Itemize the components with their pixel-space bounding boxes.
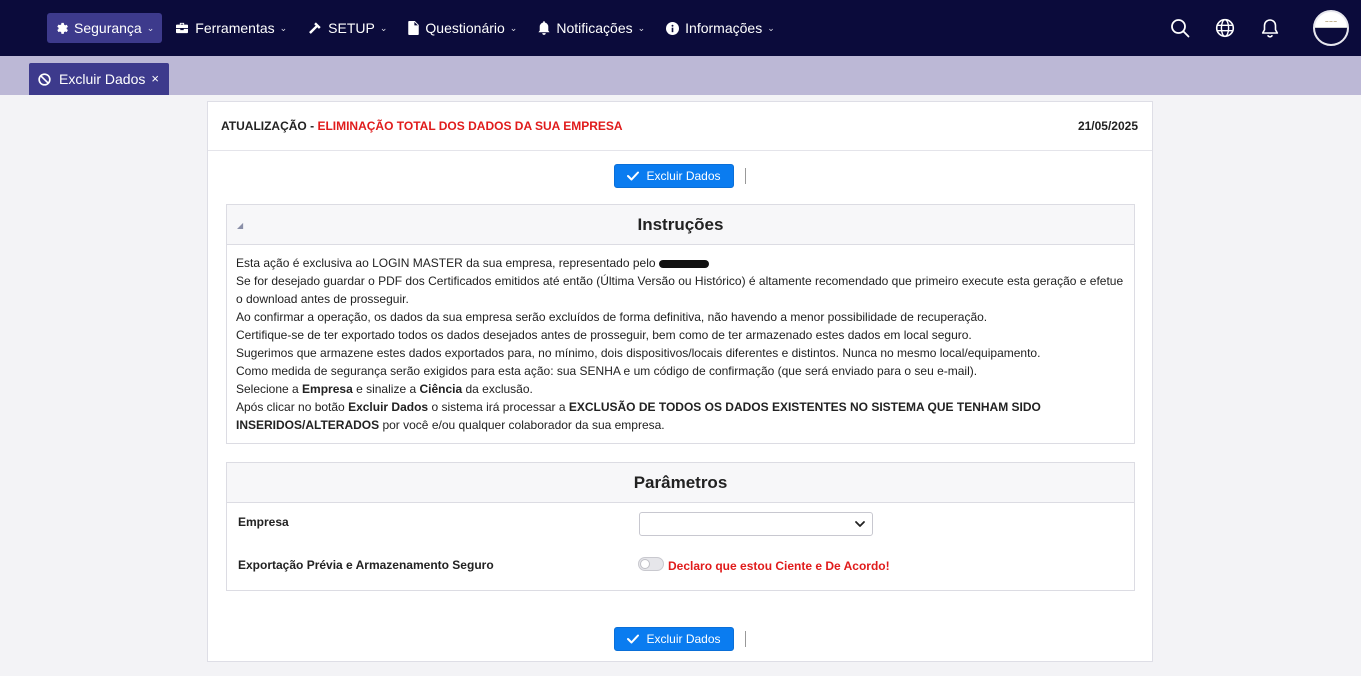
instruction-text: Após clicar no botão: [236, 400, 349, 414]
button-label: Excluir Dados: [646, 169, 721, 183]
empresa-label: Empresa: [238, 515, 289, 529]
instruction-text: por você e/ou qualquer colaborador da su…: [379, 418, 665, 432]
bell-icon: [1261, 19, 1279, 38]
nav-item-notificacoes[interactable]: Notificações ⌄: [530, 13, 653, 43]
instruction-line: Esta ação é exclusiva ao LOGIN MASTER da…: [236, 254, 1125, 272]
top-navbar: Segurança ⌄ Ferramentas ⌄ SETUP ⌄ Questi…: [0, 0, 1361, 56]
check-icon: [627, 171, 640, 181]
nav-item-ferramentas[interactable]: Ferramentas ⌄: [167, 13, 295, 43]
gear-icon: [57, 22, 68, 34]
tab-strip: Excluir Dados ×: [0, 56, 1361, 95]
instruction-line: Selecione a Empresa e sinalize a Ciência…: [236, 380, 1125, 398]
instruction-line: Sugerimos que armazene estes dados expor…: [236, 346, 1041, 360]
divider: [744, 168, 746, 184]
excluir-dados-button[interactable]: Excluir Dados: [614, 164, 734, 188]
nav-label: Questionário: [425, 20, 505, 36]
instruction-text: Esta ação é exclusiva ao LOGIN MASTER da…: [236, 256, 656, 270]
instructions-body: Esta ação é exclusiva ao LOGIN MASTER da…: [227, 245, 1134, 434]
chevron-down-icon: [855, 521, 865, 527]
instructions-panel: ◢ Instruções Esta ação é exclusiva ao LO…: [226, 204, 1135, 444]
instruction-line: Se for desejado guardar o PDF dos Certif…: [236, 274, 1124, 306]
nav-label: Informações: [685, 20, 763, 36]
divider: [744, 631, 746, 647]
consent-toggle[interactable]: [638, 557, 664, 571]
instruction-line: Após clicar no botão Excluir Dados o sis…: [236, 398, 1125, 434]
bottom-action-row: Excluir Dados: [208, 614, 1152, 664]
empresa-select[interactable]: [639, 512, 873, 536]
globe-icon: [1215, 18, 1235, 38]
chevron-down-icon: ⌄: [279, 22, 288, 33]
navbar-right-icons: ~~~: [1168, 0, 1361, 56]
instructions-title: Instruções: [637, 214, 724, 234]
nav-label: Notificações: [556, 20, 633, 36]
card-header: ATUALIZAÇÃO - ELIMINAÇÃO TOTAL DOS DADOS…: [208, 102, 1152, 151]
instruction-bold: Ciência: [419, 382, 463, 396]
instruction-text: da exclusão.: [462, 382, 533, 396]
instruction-line: Como medida de segurança serão exigidos …: [236, 364, 978, 378]
excluir-dados-button[interactable]: Excluir Dados: [614, 627, 734, 651]
nav-item-questionario[interactable]: Questionário ⌄: [400, 13, 525, 43]
main-nav: Segurança ⌄ Ferramentas ⌄ SETUP ⌄ Questi…: [47, 0, 788, 56]
avatar[interactable]: ~~~: [1313, 10, 1349, 46]
button-label: Excluir Dados: [646, 632, 721, 646]
chevron-down-icon: ⌄: [509, 22, 518, 33]
chevron-down-icon: ⌄: [637, 22, 646, 33]
export-label: Exportação Prévia e Armazenamento Seguro: [238, 558, 494, 572]
check-icon: [627, 634, 640, 644]
chevron-down-icon: ⌄: [379, 22, 388, 33]
nav-label: Ferramentas: [195, 20, 275, 36]
instruction-line: Certifique-se de ter exportado todos os …: [236, 328, 972, 342]
document-icon: [408, 21, 420, 35]
parameters-panel: Parâmetros Empresa Exportação Prévia e A…: [226, 462, 1135, 591]
info-icon: [666, 21, 680, 35]
instruction-bold: Empresa: [302, 382, 353, 396]
redacted-name: [658, 259, 709, 268]
instruction-text: e sinalize a: [352, 382, 420, 396]
search-icon: [1171, 19, 1190, 38]
chevron-down-icon: ⌄: [146, 22, 155, 33]
instruction-line: Ao confirmar a operação, os dados da sua…: [236, 310, 988, 324]
notifications-button[interactable]: [1258, 16, 1282, 40]
tab-excluir-dados[interactable]: Excluir Dados ×: [29, 63, 169, 95]
toggle-knob: [640, 559, 650, 569]
instruction-text: o sistema irá processar a: [428, 400, 569, 414]
title-prefix: ATUALIZAÇÃO -: [221, 119, 318, 133]
nav-item-informacoes[interactable]: Informações ⌄: [658, 13, 783, 43]
top-action-row: Excluir Dados: [208, 151, 1152, 201]
instructions-header[interactable]: ◢ Instruções: [227, 205, 1134, 245]
title-highlight: ELIMINAÇÃO TOTAL DOS DADOS DA SUA EMPRES…: [317, 119, 623, 133]
nav-label: SETUP: [328, 20, 375, 36]
ban-icon: [38, 72, 51, 86]
parameters-header: Parâmetros: [227, 463, 1134, 503]
update-date: 21/05/2025: [1077, 119, 1138, 133]
close-icon[interactable]: ×: [151, 71, 159, 86]
avatar-logo: ~~~: [1324, 19, 1338, 25]
language-button[interactable]: [1213, 16, 1237, 40]
page-title: ATUALIZAÇÃO - ELIMINAÇÃO TOTAL DOS DADOS…: [221, 119, 623, 133]
toolbox-icon: [176, 22, 189, 34]
nav-item-setup[interactable]: SETUP ⌄: [300, 13, 395, 43]
parameters-title: Parâmetros: [633, 472, 728, 492]
collapse-triangle-icon[interactable]: ◢: [237, 221, 243, 230]
nav-item-seguranca[interactable]: Segurança ⌄: [47, 13, 163, 43]
search-button[interactable]: [1168, 16, 1192, 40]
empresa-row: Empresa: [227, 503, 1134, 546]
export-row: Exportação Prévia e Armazenamento Seguro…: [227, 546, 1134, 589]
tab-label: Excluir Dados: [59, 71, 146, 87]
chevron-down-icon: ⌄: [767, 22, 775, 33]
instruction-bold: Excluir Dados: [348, 400, 429, 414]
consent-text: Declaro que estou Ciente e De Acordo!: [668, 559, 890, 573]
bell-icon: [538, 21, 550, 35]
instruction-text: Selecione a: [236, 382, 303, 396]
nav-label: Segurança: [74, 20, 142, 36]
avatar-band: [1315, 27, 1347, 44]
hammer-icon: [309, 22, 321, 34]
main-card: ATUALIZAÇÃO - ELIMINAÇÃO TOTAL DOS DADOS…: [207, 101, 1153, 662]
